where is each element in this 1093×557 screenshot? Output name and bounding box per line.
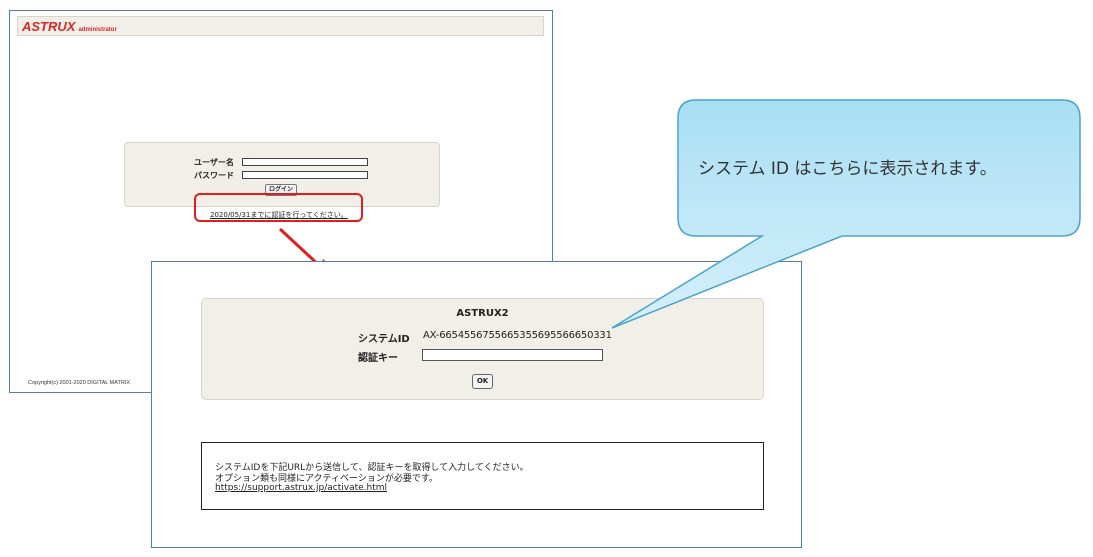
astrux-logo: ASTRUX administrator xyxy=(22,18,117,36)
activation-panel: ASTRUX2 システムID AX-6654556755665355695566… xyxy=(201,298,764,400)
logo-subtext: administrator xyxy=(78,27,117,33)
username-label: ユーザー名 xyxy=(194,158,234,167)
copyright-text: Copyright(c) 2001-2020 DIGITAL MATRIX xyxy=(28,380,130,386)
callout-text: システム ID はこちらに表示されます。 xyxy=(698,159,997,179)
password-input[interactable] xyxy=(242,171,368,179)
system-id-value: AX-6654556755665355695566650331 xyxy=(423,330,612,341)
username-input[interactable] xyxy=(242,158,368,166)
notice-box: システムIDを下記URLから送信して、認証キーを取得して入力してください。 オプ… xyxy=(201,442,764,510)
highlight-box xyxy=(194,193,363,222)
login-header: ASTRUX administrator xyxy=(17,16,544,36)
auth-key-label: 認証キー xyxy=(358,353,398,364)
activation-window: ASTRUX2 システムID AX-6654556755665355695566… xyxy=(151,261,802,548)
system-id-label: システムID xyxy=(358,334,410,345)
auth-key-input[interactable] xyxy=(422,349,603,361)
product-title: ASTRUX2 xyxy=(456,308,509,319)
activation-url-link[interactable]: https://support.astrux.jp/activate.html xyxy=(215,483,387,493)
ok-button[interactable]: OK xyxy=(472,374,493,389)
logo-text: ASTRUX xyxy=(22,19,76,34)
password-label: パスワード xyxy=(194,171,234,180)
